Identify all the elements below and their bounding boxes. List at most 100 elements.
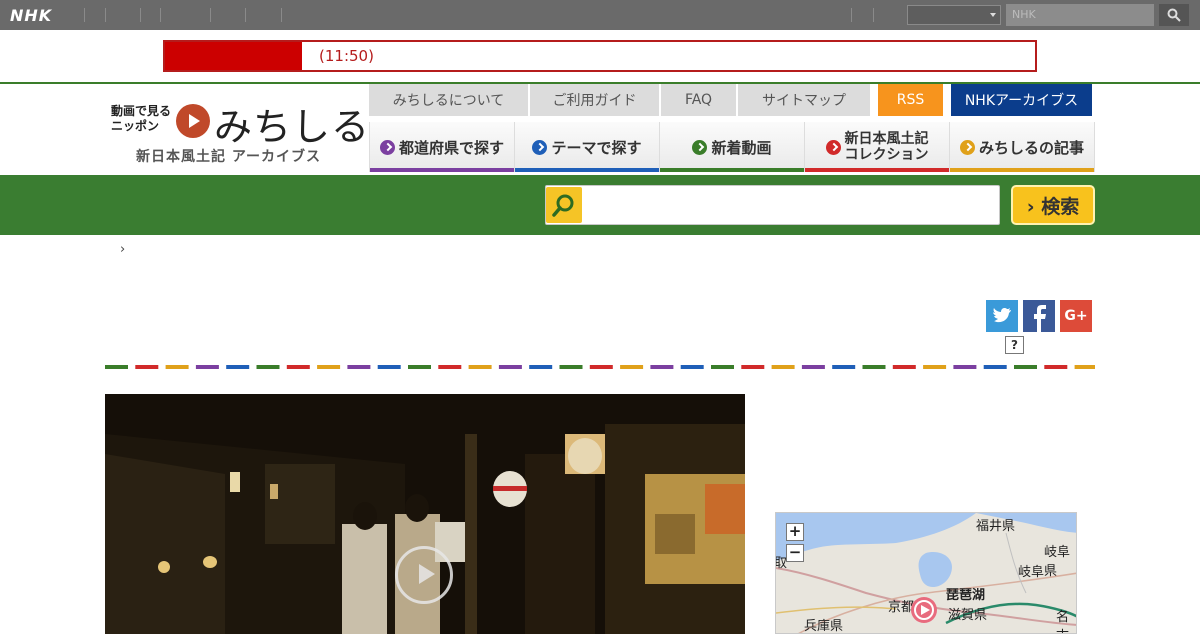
color-dash (1014, 365, 1037, 369)
color-dash (135, 365, 159, 369)
nav-new-videos[interactable]: 新着動画 (659, 122, 804, 172)
alert-label-block (165, 42, 302, 70)
map-label: 琵琶湖 (946, 588, 986, 603)
location-map[interactable]: + − 福井県 岐阜県 岐阜 琵琶湖 京都 滋賀県 名古 兵庫県 取 (775, 512, 1077, 634)
chevron-right-icon (379, 139, 395, 155)
nhk-select[interactable] (907, 5, 1001, 25)
nav-articles-label: みちしるの記事 (978, 138, 1084, 157)
color-dash (801, 365, 825, 369)
color-dash (1074, 365, 1095, 369)
nav-color-bar (805, 168, 949, 172)
nav-collection[interactable]: 新日本風土記 コレクション (804, 122, 949, 172)
chevron-right-icon (825, 139, 841, 155)
map-label: 兵庫県 (804, 619, 844, 634)
zoom-out-button[interactable]: − (786, 544, 804, 562)
nav-color-bar (660, 168, 804, 172)
facebook-icon[interactable] (1023, 300, 1055, 332)
map-label: 福井県 (976, 519, 1016, 534)
nav-about[interactable]: みちしるについて (369, 84, 528, 116)
color-dash (498, 365, 522, 369)
color-dash (862, 365, 886, 369)
help-icon[interactable]: ? (1005, 336, 1024, 354)
color-dash (377, 365, 401, 369)
divider (245, 8, 246, 22)
nav-collection-line2: コレクション (844, 147, 929, 163)
nav-theme-label: テーマで探す (551, 138, 642, 157)
color-dash (195, 365, 219, 369)
breadcrumb: › (120, 242, 126, 257)
color-dash (317, 365, 341, 369)
color-dash (620, 365, 644, 369)
divider (281, 8, 282, 22)
play-icon[interactable] (395, 546, 453, 604)
search-icon (546, 187, 582, 223)
color-dash (923, 365, 947, 369)
color-dash (711, 365, 734, 369)
color-dash (650, 365, 674, 369)
color-dash (286, 365, 310, 369)
nav-color-bar (370, 168, 514, 172)
nhk-search-button[interactable] (1159, 4, 1189, 26)
nav-articles[interactable]: みちしるの記事 (949, 122, 1095, 172)
nhk-global-bar: NHK NHK (0, 0, 1200, 30)
logo-tagline-line1: 動画で見る (111, 104, 172, 118)
search-icon (1167, 8, 1181, 22)
nav-new-videos-label: 新着動画 (711, 138, 772, 157)
color-dash (832, 365, 856, 369)
color-dash (1044, 365, 1068, 369)
color-dash (438, 365, 462, 369)
chevron-right-icon (532, 139, 548, 155)
map-pin-icon[interactable] (909, 595, 939, 625)
divider (105, 8, 106, 22)
color-dash (256, 365, 280, 369)
logo-tagline-line2: ニッポン (111, 119, 160, 133)
color-dash (529, 365, 553, 369)
map-label: 岐阜 (1018, 565, 1045, 580)
nav-collection-label: 新日本風土記 コレクション (845, 131, 929, 163)
color-dash (741, 365, 765, 369)
nav-prefecture-label: 都道府県で探す (398, 138, 504, 157)
color-dash (408, 365, 431, 369)
nhk-search-input[interactable]: NHK (1006, 4, 1154, 26)
nav-rss[interactable]: RSS (878, 84, 943, 116)
twitter-icon[interactable] (986, 300, 1018, 332)
color-dash (680, 365, 704, 369)
nav-theme[interactable]: テーマで探す (514, 122, 659, 172)
divider (851, 8, 852, 22)
nav-color-bar (950, 168, 1094, 172)
color-dash (165, 365, 189, 369)
play-icon (176, 104, 210, 138)
logo-subtitle: 新日本風土記 アーカイブス (136, 149, 322, 165)
logo-title: みちしる (214, 105, 371, 149)
color-dash (589, 365, 613, 369)
color-dash (892, 365, 916, 369)
color-dash-divider (105, 365, 1095, 369)
chevron-right-icon (959, 139, 975, 155)
map-label: 滋賀県 (948, 608, 988, 623)
logo-tagline: 動画で見る ニッポン (111, 104, 171, 134)
nav-color-bar (515, 168, 659, 172)
color-dash (347, 365, 371, 369)
divider (84, 8, 85, 22)
chevron-down-icon (990, 13, 996, 17)
nav-guide[interactable]: ご利用ガイド (530, 84, 659, 116)
nav-prefecture[interactable]: 都道府県で探す (369, 122, 514, 172)
color-dash (771, 365, 795, 369)
nav-nhk-archives[interactable]: NHKアーカイブス (951, 84, 1092, 116)
color-dash (226, 365, 250, 369)
nav-faq[interactable]: FAQ (661, 84, 736, 116)
nav-collection-line1: 新日本風土記 (844, 131, 929, 147)
google-plus-icon[interactable]: G+ (1060, 300, 1092, 332)
nhk-logo[interactable]: NHK (10, 6, 52, 25)
search-input[interactable] (545, 185, 1000, 225)
nav-sitemap[interactable]: サイトマップ (738, 84, 870, 116)
news-alert[interactable]: (11:50) (163, 40, 1037, 72)
divider (140, 8, 141, 22)
zoom-in-button[interactable]: + (786, 523, 804, 541)
map-label: 岐阜県 (1044, 545, 1071, 579)
chevron-right-icon (692, 139, 708, 155)
search-button[interactable]: › 検索 (1011, 185, 1095, 225)
video-player[interactable] (105, 394, 745, 634)
color-dash (105, 365, 128, 369)
divider (210, 8, 211, 22)
